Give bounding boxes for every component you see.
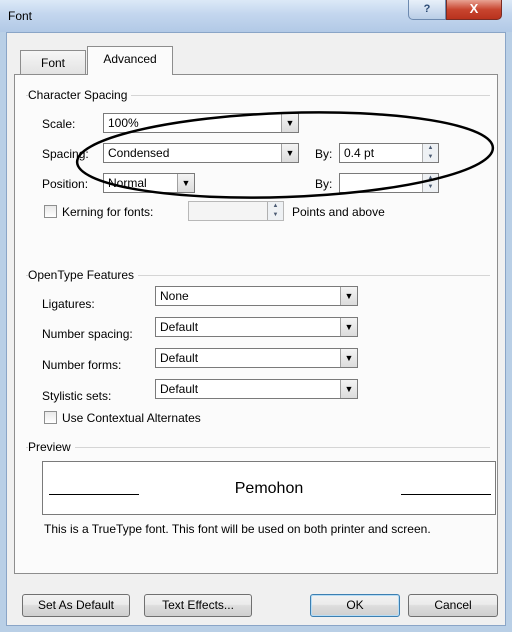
group-divider <box>26 447 490 448</box>
number-spacing-value: Default <box>160 320 199 334</box>
text-effects-button[interactable]: Text Effects... <box>144 594 252 617</box>
number-forms-label: Number forms: <box>42 358 122 372</box>
preview-line-right <box>401 494 491 495</box>
contextual-alternates-label: Use Contextual Alternates <box>62 411 201 425</box>
chevron-down-icon[interactable]: ▼ <box>340 318 357 336</box>
contextual-alternates-checkbox[interactable] <box>44 411 57 424</box>
ok-button[interactable]: OK <box>310 594 400 617</box>
annotation-ellipse <box>75 111 495 199</box>
tab-advanced[interactable]: Advanced <box>87 46 173 75</box>
preview-box: Pemohon <box>42 461 496 515</box>
set-as-default-button[interactable]: Set As Default <box>22 594 130 617</box>
chevron-down-icon[interactable]: ▼ <box>340 287 357 305</box>
cancel-button[interactable]: Cancel <box>408 594 498 617</box>
tab-advanced-label: Advanced <box>103 52 157 66</box>
number-spacing-combo[interactable]: Default ▼ <box>155 317 358 337</box>
ligatures-value: None <box>160 289 189 303</box>
preview-note: This is a TrueType font. This font will … <box>44 522 431 536</box>
number-forms-value: Default <box>160 351 199 365</box>
ligatures-combo[interactable]: None ▼ <box>155 286 358 306</box>
number-spacing-label: Number spacing: <box>42 327 133 341</box>
stylistic-sets-label: Stylistic sets: <box>42 389 112 403</box>
number-forms-combo[interactable]: Default ▼ <box>155 348 358 368</box>
preview-sample: Pemohon <box>234 480 304 497</box>
stylistic-sets-value: Default <box>160 382 199 396</box>
stylistic-sets-combo[interactable]: Default ▼ <box>155 379 358 399</box>
chevron-down-icon[interactable]: ▼ <box>340 380 357 398</box>
opentype-heading: OpenType Features <box>28 268 139 282</box>
preview-heading: Preview <box>28 440 75 454</box>
ligatures-label: Ligatures: <box>42 297 95 311</box>
chevron-down-icon[interactable]: ▼ <box>340 349 357 367</box>
